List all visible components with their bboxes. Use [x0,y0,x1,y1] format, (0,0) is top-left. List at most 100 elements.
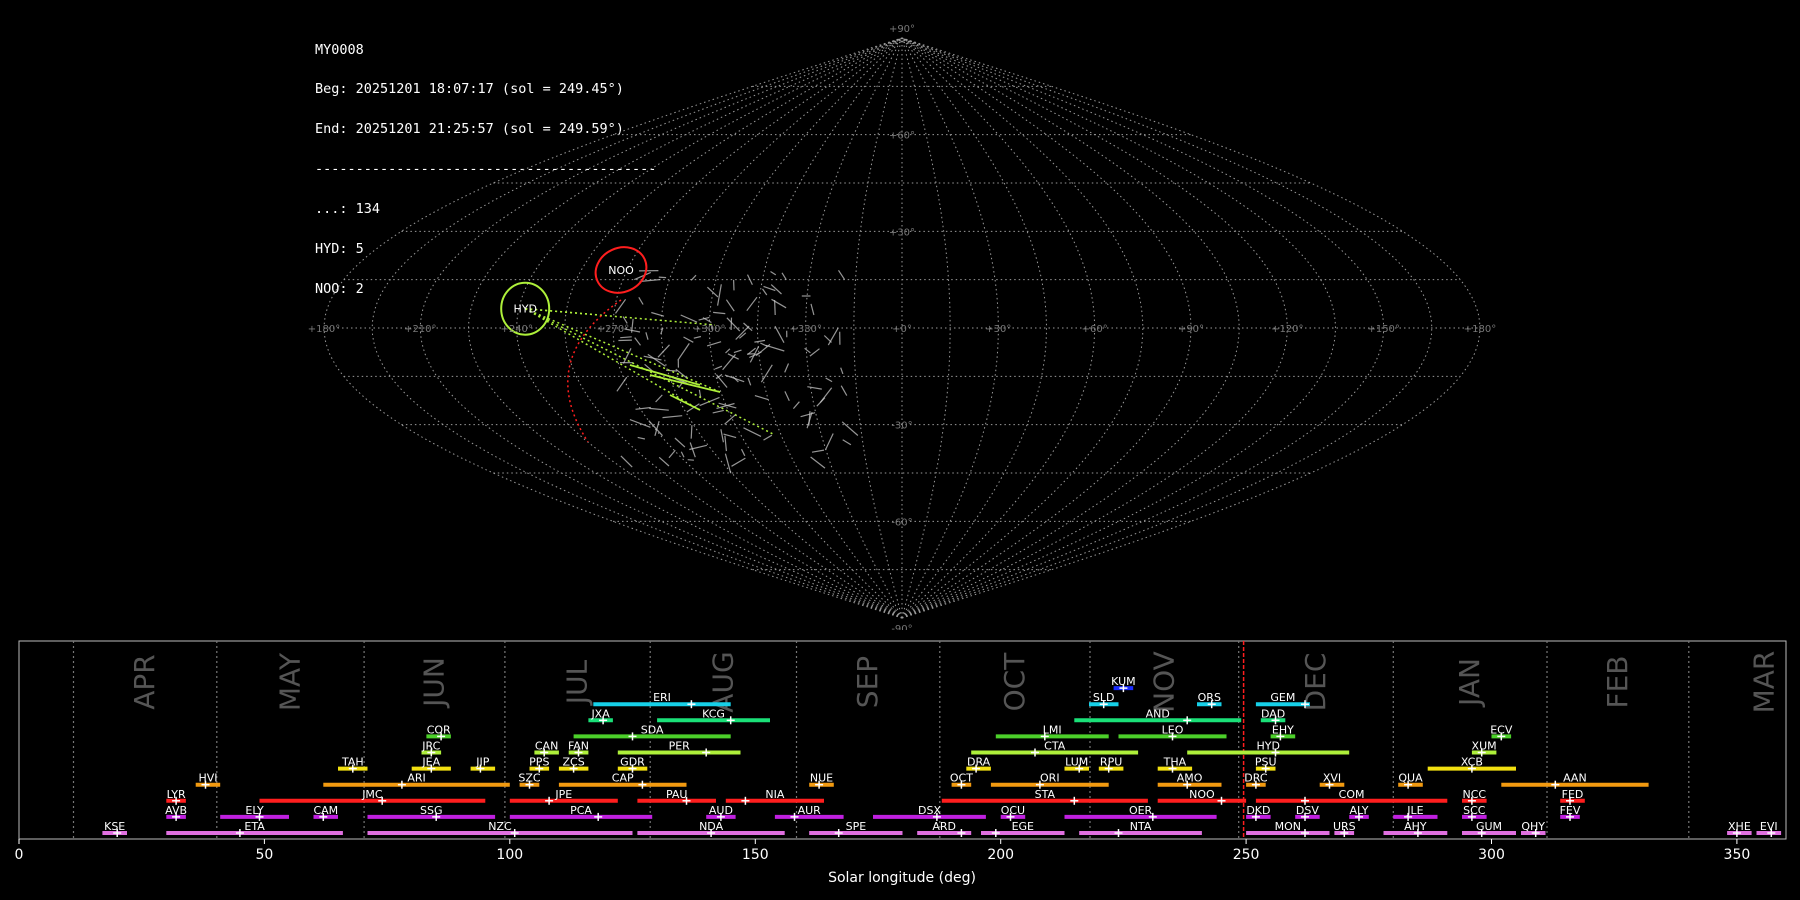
shower-jpe: JPE [509,788,618,805]
sporadic-meteor-trail [616,376,628,392]
shower-tha: THA [1157,756,1193,773]
shower-nzc: NZC [367,820,633,837]
sporadic-meteor-trail [683,336,694,343]
sporadic-meteor-trail [746,296,758,312]
shower-lum: LUM [1064,756,1089,773]
shower-code-label: ETA [244,820,265,833]
shower-and: AND [1074,707,1242,725]
shower-code-label: SSG [420,804,443,817]
sporadic-meteor-trail [668,449,676,459]
sporadic-meteor-trail [714,365,723,370]
sporadic-meteor-trail [840,367,844,375]
shower-pca: PCA [509,804,653,821]
shower-code-label: NOO [1189,788,1215,801]
shower-code-label: CAM [313,804,338,817]
sporadic-meteor-trail [637,436,646,440]
sporadic-meteor-trail [774,299,776,316]
latitude-label: +30° [889,227,915,238]
shower-code-label: DAD [1261,707,1285,720]
sporadic-meteor-trail [840,385,848,396]
sporadic-meteor-trail [807,386,822,390]
month-label: FEB [1601,655,1634,708]
sporadic-meteor-trail [651,311,665,317]
sporadic-meteor-trail [774,325,785,343]
shower-lyr: LYR [166,788,186,805]
sporadic-meteor-trail [725,348,731,354]
longitude-label: +270° [597,324,629,335]
shower-code-label: FED [1562,788,1584,801]
shower-spe: SPE [809,820,903,837]
sporadic-meteor-trail [622,348,632,364]
month-label: SEP [851,656,884,708]
shower-aur: AUR [774,804,844,821]
shower-code-label: SDA [641,723,664,736]
shower-radiants: HYD NOO [500,246,776,443]
sporadic-meteor-trail [743,427,762,437]
longitude-label: +180° [1464,324,1496,335]
latitude-label: -30° [891,421,912,432]
shower-code-label: NZC [488,820,512,833]
shower-cta: CTA [971,740,1139,757]
shower-code-label: XUM [1472,740,1497,753]
shower-bars: KUM ERI SLD ORS GEM JXA KCG AND DAD COR SDA LMI LEO E… [102,675,1782,837]
shower-code-label: NCC [1463,788,1487,801]
hyd-radiant-label: HYD [513,303,536,316]
shower-code-label: ELY [245,804,264,817]
shower-code-label: OER [1129,804,1153,817]
shower-code-label: ALY [1350,804,1369,817]
shower-fed: FED [1560,788,1585,805]
shower-ocu: OCU [1000,804,1026,821]
shower-code-label: MON [1275,820,1301,833]
meridian-line [371,37,903,619]
sporadic-meteor-trail [747,377,752,386]
shower-dra: DRA [966,756,991,773]
sporadic-meteor-trail [698,389,702,398]
sporadic-meteor-trail [824,433,834,450]
shower-urs: URS [1333,820,1356,837]
sporadic-meteor-trail [731,457,746,467]
shower-code-label: NTA [1130,820,1152,833]
shower-code-label: SPE [846,820,867,833]
shower-aud: AUD [706,804,736,821]
sporadic-meteor-trail [655,394,663,403]
month-label: JUN [418,657,451,709]
sporadic-meteor-trail [733,349,742,354]
shower-code-label: DRA [967,756,991,769]
hyd-association-line [524,308,776,436]
sporadic-meteor-trail [620,336,632,339]
shower-ori: ORI [990,772,1109,789]
shower-code-label: AMO [1177,772,1203,785]
shower-code-label: NIA [765,788,784,801]
shower-ege: EGE [981,820,1065,837]
sporadic-meteor-trail [634,337,641,346]
sporadic-meteor-trail [706,341,722,347]
shower-sld: SLD [1089,691,1119,709]
sporadic-meteor-trail [620,455,633,468]
shower-code-label: QUA [1398,772,1423,785]
longitude-label: +120° [1271,324,1303,335]
shower-code-label: NDA [699,820,724,833]
shower-code-label: PSU [1255,756,1277,769]
latitude-label: +90° [889,24,915,35]
shower-code-label: DKD [1246,804,1270,817]
shower-zcs: ZCS [558,756,589,773]
shower-code-label: AND [1146,707,1170,720]
sporadic-meteor-trail [837,269,846,280]
shower-avb: AVB [165,804,187,821]
sporadic-meteor-trail [746,274,753,285]
sporadic-meteor-trail [754,395,769,401]
sporadic-meteor-trail [804,347,811,354]
hyd-meteor-trail [669,394,701,411]
sporadic-meteor-trail [810,456,826,469]
longitude-label: +30° [985,324,1011,335]
shower-code-label: ORI [1040,772,1060,785]
shower-ard: ARD [917,820,972,837]
shower-kse: KSE [102,820,127,837]
shower-code-label: CAN [535,740,558,753]
sporadic-meteor-trail [674,437,686,448]
x-tick-label: 50 [255,847,273,863]
sporadic-meteor-trail [760,364,773,383]
shower-xcb: XCB [1427,756,1516,773]
sporadic-meteor-trail [784,363,790,373]
shower-code-label: CTA [1044,740,1066,753]
